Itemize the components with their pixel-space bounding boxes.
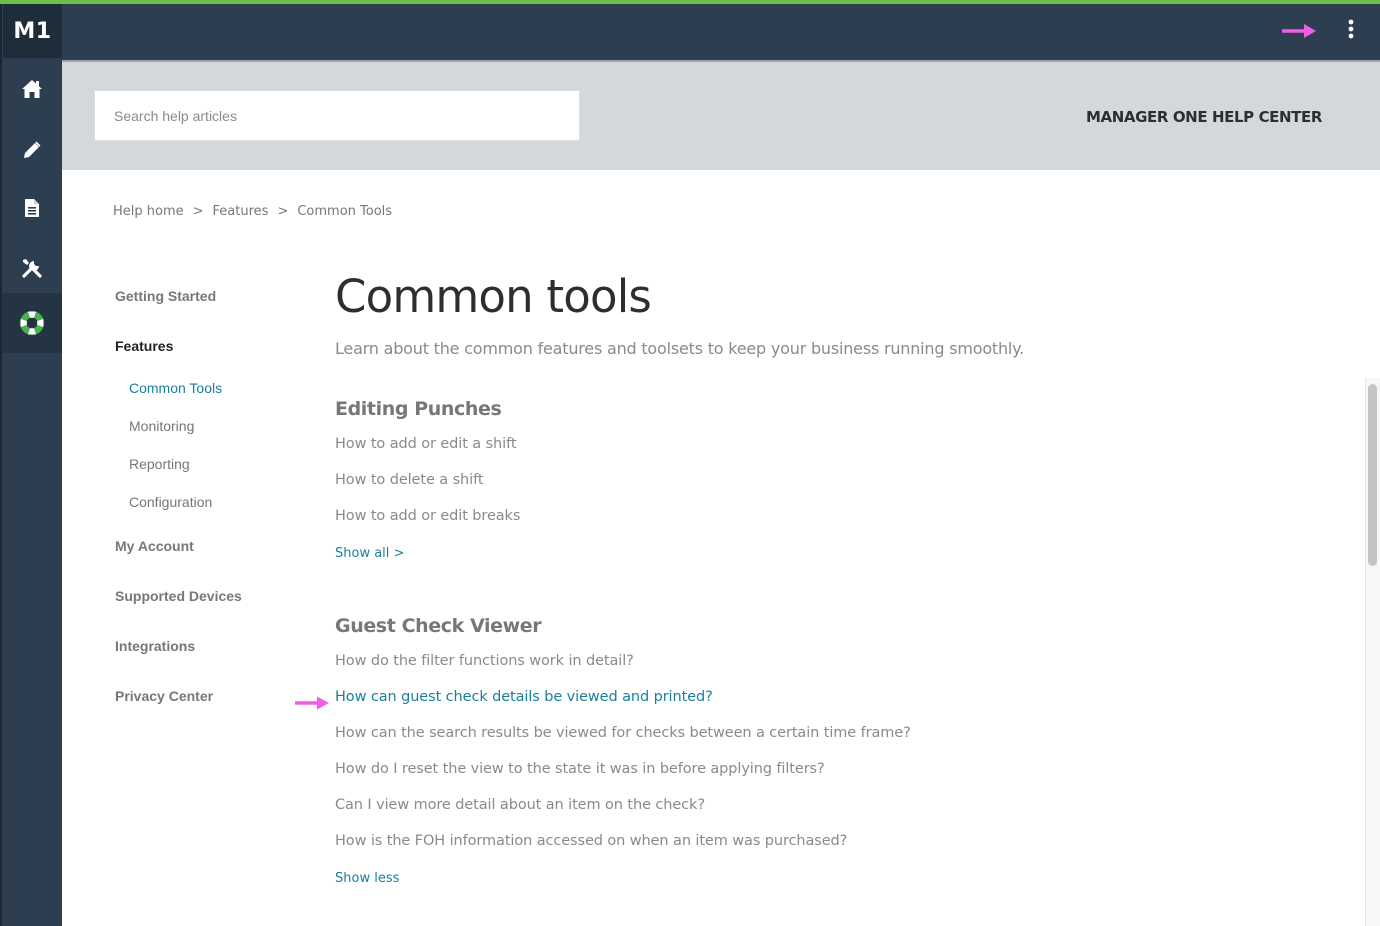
page-description: Learn about the common features and tool… [335,339,1025,358]
document-icon [24,198,40,218]
app-logo[interactable]: M1 [3,4,62,58]
article-link[interactable]: How to add or edit breaks [335,508,520,524]
article-link[interactable]: How to add or edit a shift [335,436,517,452]
sidebar-item-documents[interactable] [2,178,62,238]
leftnav-integrations[interactable]: Integrations [115,638,195,654]
leftnav-my-account[interactable]: My Account [115,538,194,554]
help-center-title: MANAGER ONE HELP CENTER [1086,108,1323,126]
scrollbar-thumb[interactable] [1368,384,1377,566]
annotation-arrow-icon [294,695,331,716]
leftnav-getting-started[interactable]: Getting Started [115,288,216,304]
home-icon [21,79,43,99]
sidebar-item-help[interactable] [2,293,62,353]
page-title: Common tools [335,270,652,323]
leftnav-monitoring[interactable]: Monitoring [129,418,194,434]
breadcrumb-separator: > [192,204,204,219]
show-less-link[interactable]: Show less [335,871,399,886]
more-vertical-icon [1348,19,1354,44]
breadcrumb-common-tools[interactable]: Common Tools [297,204,392,219]
search-box[interactable] [94,90,580,141]
leftnav-configuration[interactable]: Configuration [129,494,212,510]
more-options-button[interactable] [1338,18,1364,44]
article-link[interactable]: How to delete a shift [335,472,484,488]
section-title-editing-punches: Editing Punches [335,398,502,420]
article-link[interactable]: How do the filter functions work in deta… [335,653,634,669]
pencil-icon [22,140,42,160]
breadcrumb-help-home[interactable]: Help home [113,204,184,219]
leftnav-reporting[interactable]: Reporting [129,456,190,472]
section-title-guest-check-viewer: Guest Check Viewer [335,615,542,637]
breadcrumb-separator: > [277,204,289,219]
sidebar-item-edit[interactable] [2,120,62,180]
article-link-highlighted[interactable]: How can guest check details be viewed an… [335,689,713,705]
sidebar-item-tools[interactable] [2,238,62,298]
article-link[interactable]: How is the FOH information accessed on w… [335,833,847,849]
article-link[interactable]: How can the search results be viewed for… [335,725,911,741]
article-link[interactable]: Can I view more detail about an item on … [335,797,705,813]
sidebar-item-home[interactable] [2,59,62,119]
leftnav-features[interactable]: Features [115,338,173,354]
tools-icon [21,257,43,279]
top-bar [62,4,1380,60]
annotation-arrow-icon [1281,22,1318,45]
breadcrumb: Help home > Features > Common Tools [113,204,392,219]
leftnav-common-tools[interactable]: Common Tools [129,380,222,396]
leftnav-privacy-center[interactable]: Privacy Center [115,688,213,704]
breadcrumb-features[interactable]: Features [213,204,269,219]
lifebuoy-icon [18,309,46,337]
leftnav-supported-devices[interactable]: Supported Devices [115,588,242,604]
search-input[interactable] [95,91,579,140]
article-link[interactable]: How do I reset the view to the state it … [335,761,825,777]
show-all-link[interactable]: Show all > [335,546,404,561]
